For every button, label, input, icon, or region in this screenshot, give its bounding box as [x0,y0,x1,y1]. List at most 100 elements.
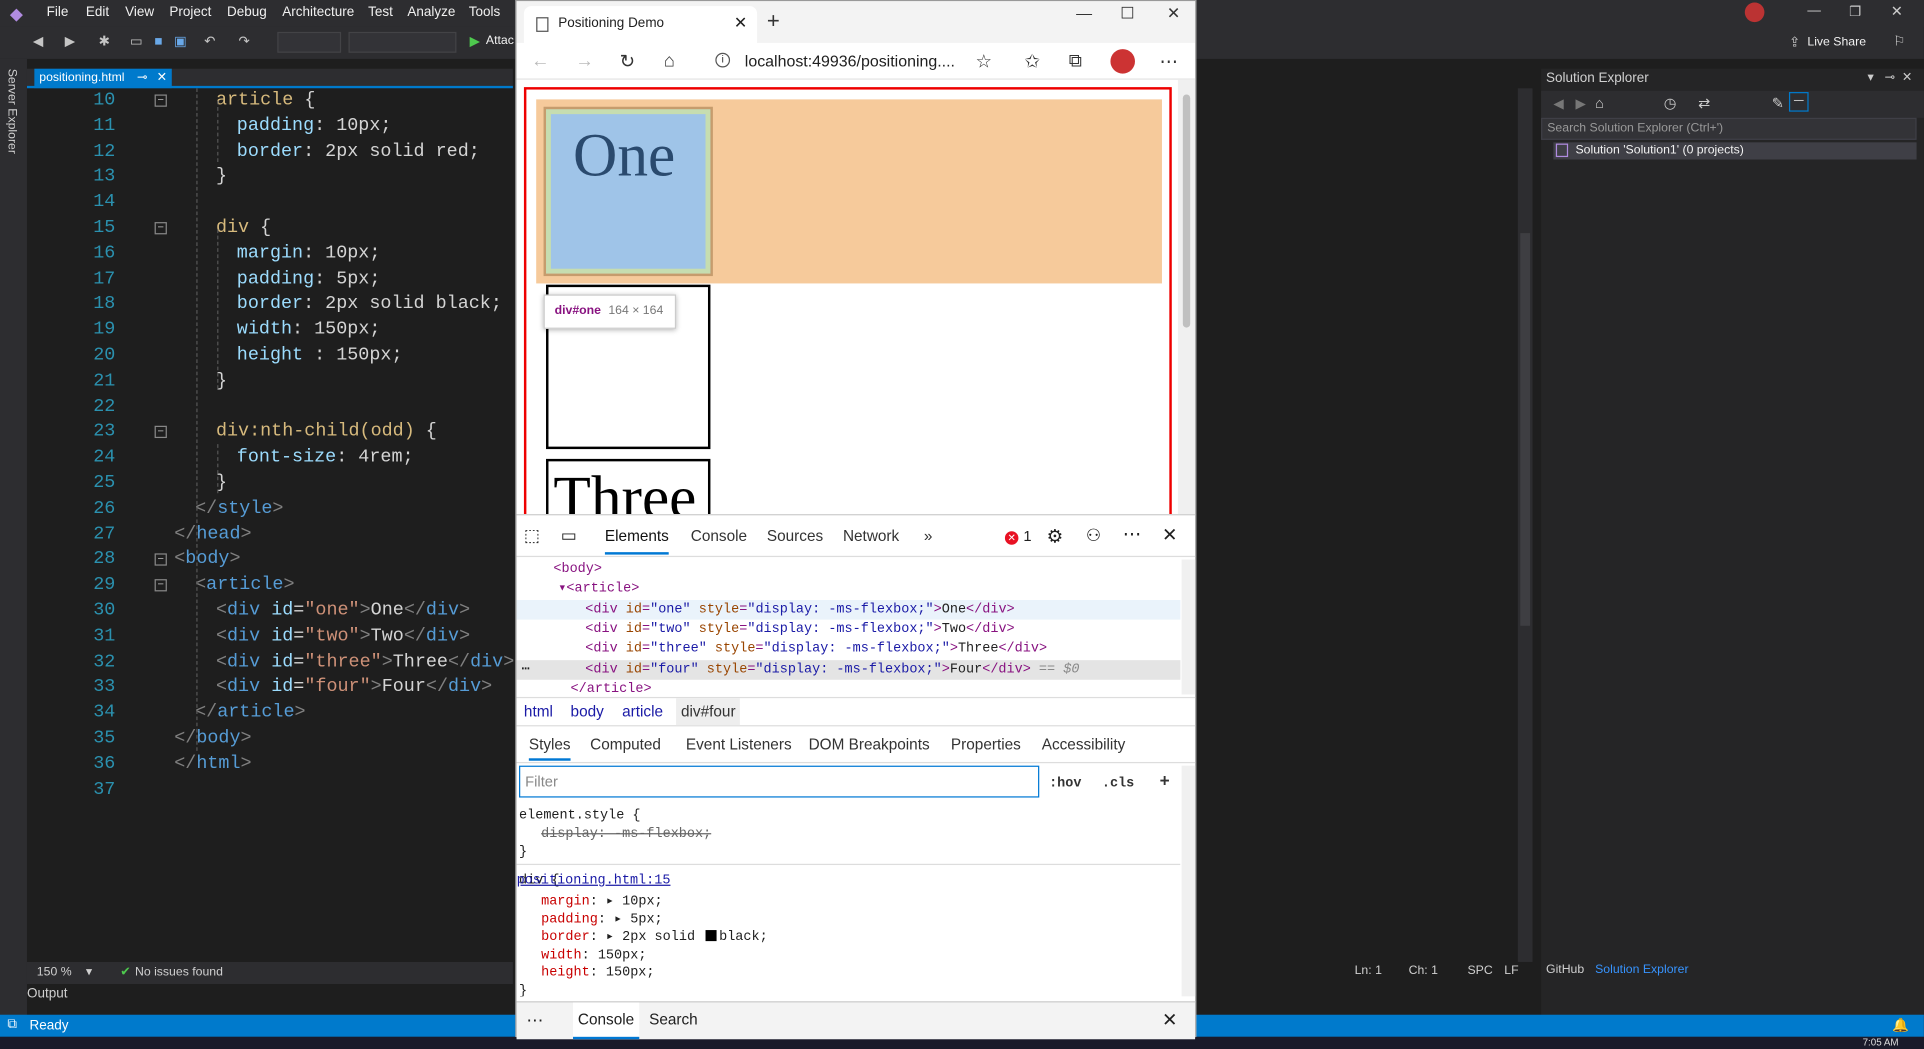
menu-view[interactable]: View [125,5,154,20]
collapse-icon[interactable]: ─ [1788,92,1809,112]
start-icon[interactable]: ▶ [466,33,483,50]
code-line[interactable]: 29 − <article> [27,573,513,598]
dom-node[interactable]: <div id="one" style="display: -ms-flexbo… [516,599,1181,620]
menu-analyze[interactable]: Analyze [407,5,455,20]
doc-tab-positioning[interactable]: positioning.html ⊸ ✕ [34,68,172,89]
dom-node[interactable]: <body> [517,560,1181,580]
tab-console[interactable]: Console [691,528,747,545]
more-icon[interactable]: ⋯ [1160,50,1178,73]
undo-icon[interactable]: ↶ [201,33,218,50]
back-icon[interactable]: ◀ [1553,96,1563,112]
pin-icon[interactable]: ⊸ [137,69,147,89]
collections-icon[interactable]: ⧉ [1069,50,1082,71]
tab-github[interactable]: GitHub [1546,963,1584,976]
expand-arrow-icon[interactable]: ▸ [606,930,622,945]
close-tab-icon[interactable]: ✕ [157,69,167,89]
color-swatch-icon[interactable] [705,930,717,942]
more-options-icon[interactable]: ⋯ [1123,523,1141,545]
tab-event-listeners[interactable]: Event Listeners [686,736,792,753]
save-icon[interactable]: ■ [150,33,167,50]
cls-button[interactable]: .cls [1102,777,1134,792]
fold-toggle-icon[interactable]: − [154,426,167,439]
crumb-div-four[interactable]: div#four [676,698,741,726]
forward-icon[interactable]: ▶ [61,33,78,50]
code-line[interactable]: 27 </head> [27,522,513,547]
user-avatar[interactable] [1744,2,1765,23]
code-line[interactable]: 22 [27,395,513,420]
refresh-icon[interactable]: ↻ [620,50,635,73]
styles-scrollbar[interactable] [1181,765,1196,997]
close-drawer-icon[interactable]: ✕ [1162,1009,1177,1031]
expand-arrow-icon[interactable]: ▸ [614,912,630,927]
code-line[interactable]: 18 border: 2px solid black; [27,293,513,318]
feedback-icon[interactable]: ⚇ [1086,525,1101,546]
dropdown-icon[interactable]: ▾ [1867,71,1873,84]
expand-arrow-icon[interactable]: ▸ [606,894,622,909]
chevron-down-icon[interactable]: ▾ [86,966,92,979]
forward-icon[interactable]: → [575,50,593,71]
menu-test[interactable]: Test [368,5,393,20]
add-rule-icon[interactable]: + [1160,773,1170,793]
page-scrollbar[interactable] [1177,79,1196,515]
back-icon[interactable]: ◀ [29,33,46,50]
fold-toggle-icon[interactable]: − [154,222,167,235]
styles-filter-input[interactable]: Filter [519,765,1040,798]
profile-avatar[interactable] [1110,49,1135,74]
issues-status[interactable]: No issues found [135,966,223,979]
dom-node[interactable]: ▾<article> [517,580,1181,600]
more-tabs-icon[interactable]: » [924,528,933,545]
tab-styles[interactable]: Styles [528,736,571,761]
attach-label[interactable]: Attac [486,34,514,47]
dom-node[interactable]: ⋯ <div id="four" style="display: -ms-flex… [516,659,1181,680]
dom-scrollbar[interactable] [1181,559,1196,695]
info-icon[interactable]: i [715,52,731,68]
code-line[interactable]: 21} [27,369,513,394]
crumb-html[interactable]: html [524,698,553,725]
zoom-level[interactable]: 150 % [37,966,72,979]
restore-icon[interactable]: ❐ [1849,4,1861,20]
css-declaration[interactable]: margin: ▸ 10px; [541,893,663,911]
code-line[interactable]: 23 − div:nth-child(odd) { [27,420,513,445]
server-explorer-tab[interactable]: Server Explorer [5,69,18,154]
tab-network[interactable]: Network [843,528,899,545]
home-icon[interactable]: ⌂ [664,50,675,71]
favorite-star-icon[interactable]: ☆ [975,50,992,73]
node-actions-icon[interactable]: ⋯ [521,660,529,680]
new-tab-icon[interactable]: + [767,9,780,35]
hov-button[interactable]: :hov [1049,777,1081,792]
feedback-icon[interactable]: ⚐ [1893,33,1905,49]
inspect-icon[interactable]: ⬚ [524,525,540,546]
scrollbar-thumb[interactable] [1520,233,1531,626]
code-line[interactable]: 11 padding: 10px; [27,114,513,139]
code-line[interactable]: 14 [27,190,513,215]
code-line[interactable]: 24 font-size: 4rem; [27,446,513,471]
code-line[interactable]: 37 [27,777,513,802]
code-line[interactable]: 12 border: 2px solid red; [27,139,513,164]
tab-solution-explorer[interactable]: Solution Explorer [1595,963,1688,976]
solution-tree-item[interactable]: Solution 'Solution1' (0 projects) [1553,142,1917,160]
dom-node[interactable]: <div id="two" style="display: -ms-flexbo… [517,620,1181,640]
code-line[interactable]: 31 <div id="two">Two</div> [27,624,513,649]
div-one[interactable]: One [543,106,713,277]
tab-computed[interactable]: Computed [590,736,661,753]
solution-search-input[interactable]: Search Solution Explorer (Ctrl+') [1541,117,1917,140]
drawer-tab-console[interactable]: Console [573,1002,640,1040]
device-emulation-icon[interactable]: ▭ [561,525,577,546]
menu-project[interactable]: Project [169,5,211,20]
error-badge[interactable]: ✕ 1 [1004,528,1032,545]
maximize-icon[interactable]: ☐ [1120,4,1134,24]
notification-icon[interactable]: 🔔 [1892,1017,1909,1033]
scrollbar-thumb[interactable] [1182,94,1191,328]
code-line[interactable]: 16 margin: 10px; [27,241,513,266]
code-line[interactable]: 20 height : 150px; [27,344,513,369]
code-editor[interactable]: 10− article {11 padding: 10px; 12 border: 2p… [26,88,514,962]
redo-icon[interactable]: ↷ [236,33,253,50]
fold-toggle-icon[interactable]: − [154,553,167,567]
open-icon[interactable]: ▭ [128,33,145,50]
forward-icon[interactable]: ▶ [1575,96,1585,112]
fold-toggle-icon[interactable]: − [154,94,167,107]
code-line[interactable]: 28 − <body> [27,548,513,573]
div-three[interactable]: Three [546,458,711,515]
live-share-button[interactable]: Live Share [1807,36,1866,49]
code-line[interactable]: 19 width: 150px; [27,318,513,343]
